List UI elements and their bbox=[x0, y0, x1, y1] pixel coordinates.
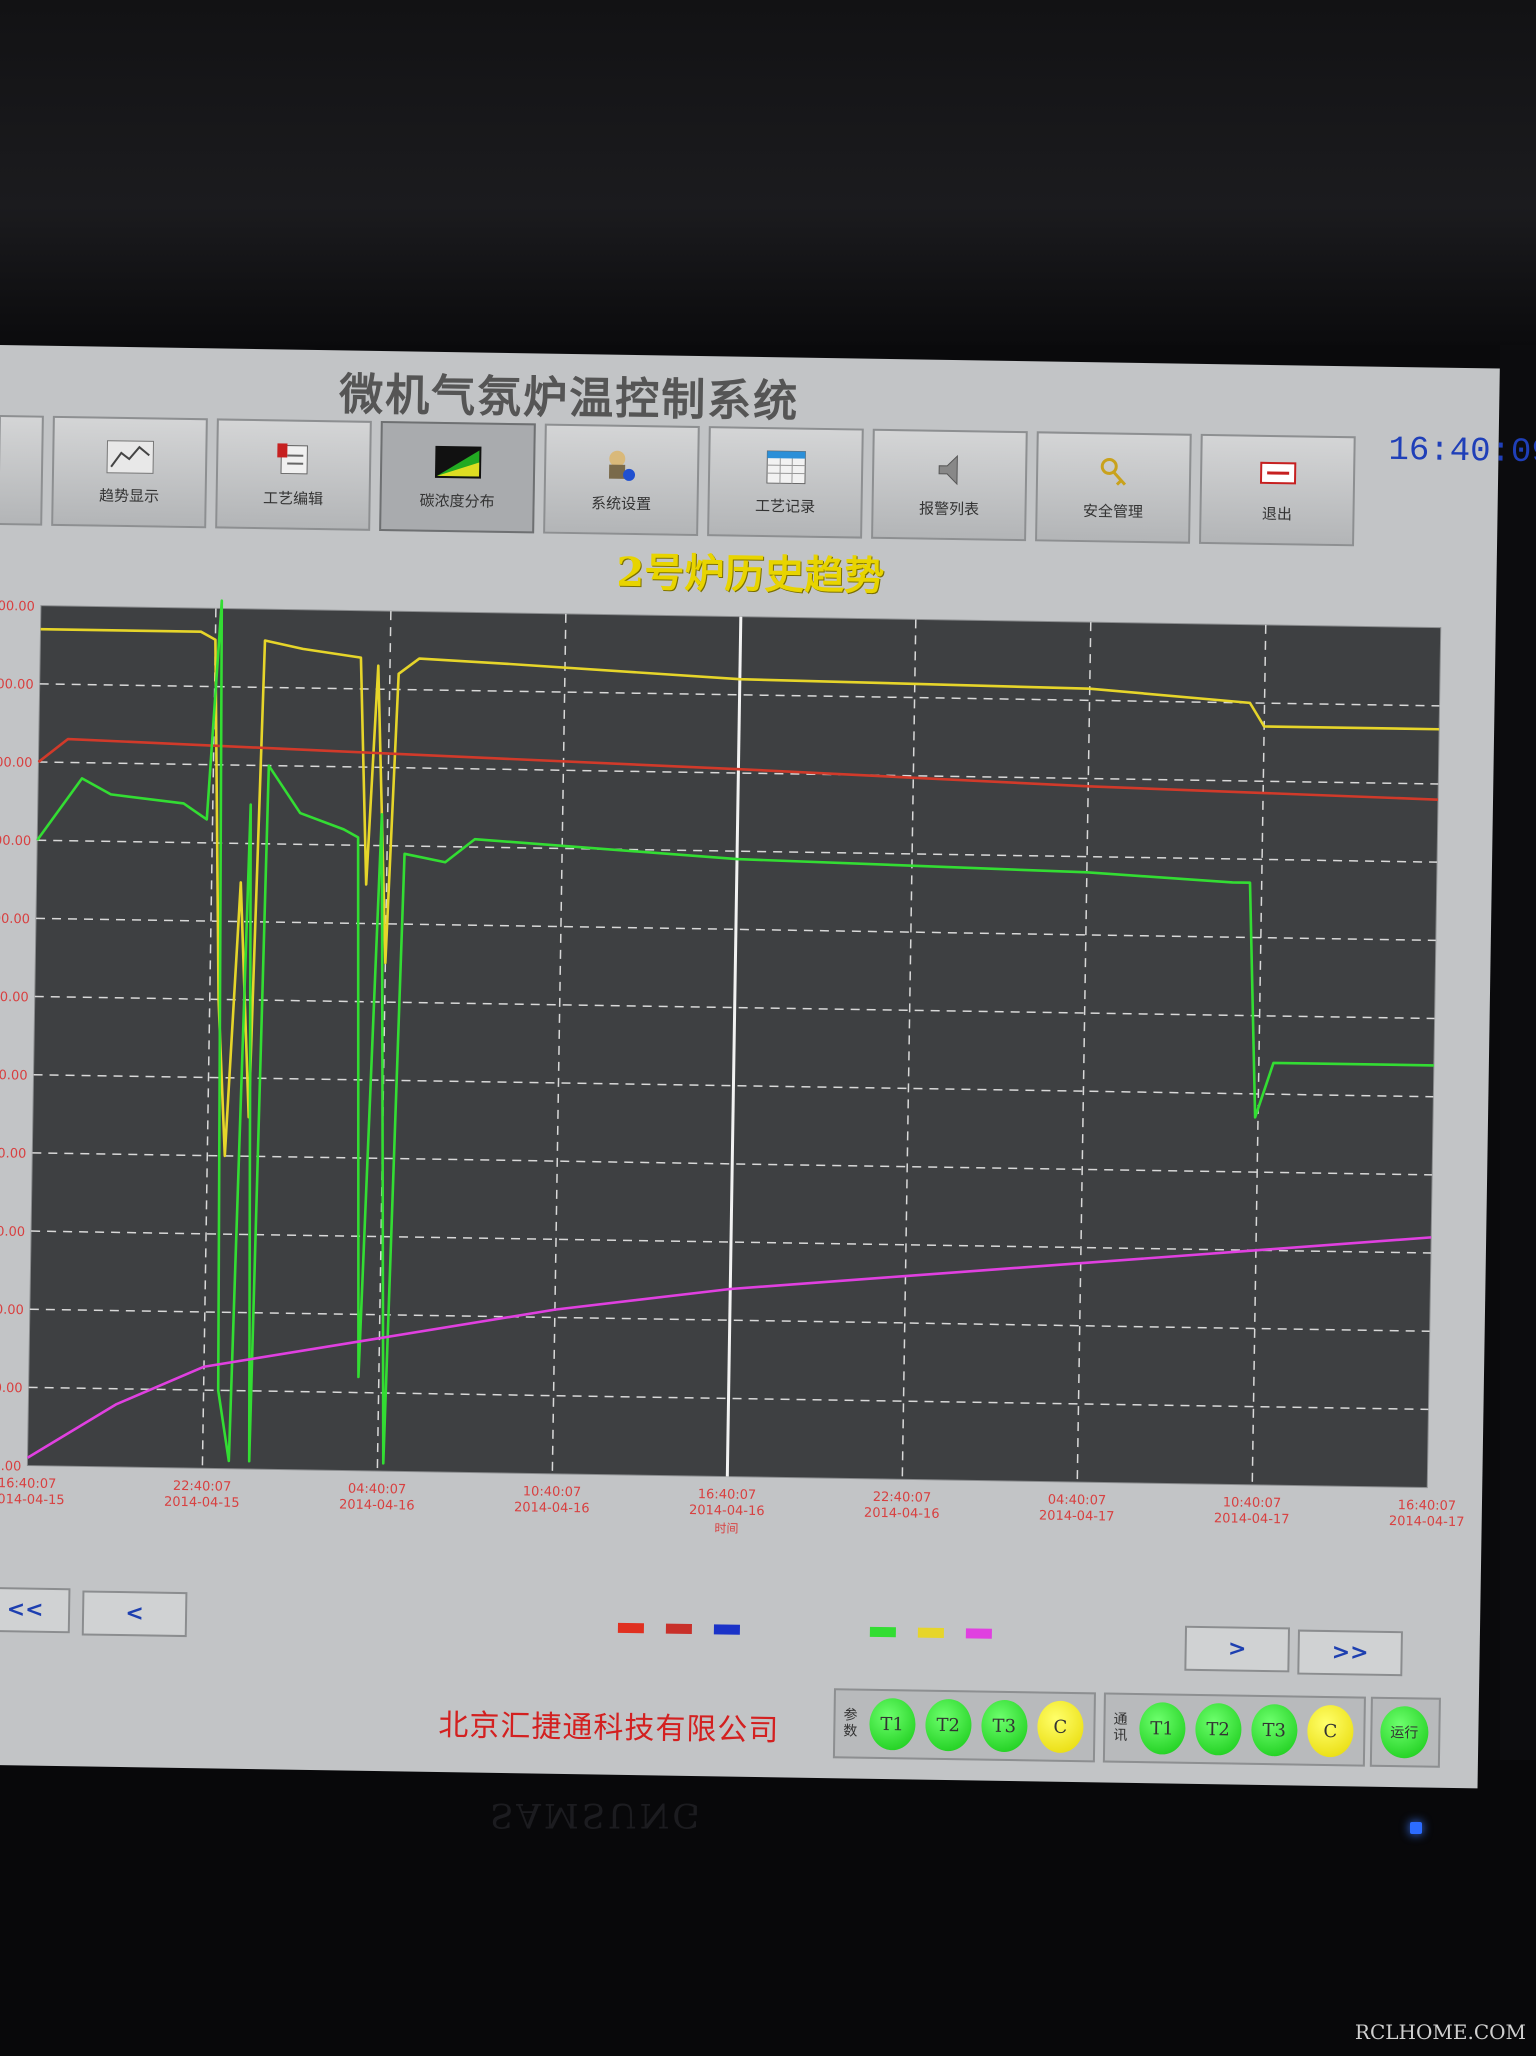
x-tick-label-date: 2014-04-16 bbox=[689, 1503, 765, 1519]
comm-lamp-t2: T2 bbox=[1194, 1702, 1242, 1756]
legend-group-right bbox=[869, 1626, 1014, 1639]
y-tick-label: 00.00 bbox=[0, 1381, 23, 1397]
group-label: 参数 bbox=[843, 1707, 858, 1740]
comm-lamp-t1: T1 bbox=[1138, 1702, 1186, 1755]
toolbar-label: 碳浓度分布 bbox=[419, 491, 495, 511]
x-tick-label-time: 10:40:07 bbox=[1223, 1495, 1282, 1511]
toolbar-label: 系统设置 bbox=[590, 493, 652, 513]
run-status-group: 运行 bbox=[1369, 1696, 1441, 1768]
status-lamp-t2: T2 bbox=[924, 1698, 972, 1752]
x-tick-label-time: 16:40:07 bbox=[698, 1487, 757, 1503]
x-tick-label-time: 16:40:07 bbox=[1398, 1498, 1457, 1514]
toolbar-label: 工艺记录 bbox=[754, 496, 816, 516]
x-tick-label-time: 04:40:07 bbox=[1048, 1493, 1107, 1509]
system-settings-button[interactable]: 系统设置 bbox=[543, 423, 700, 536]
x-tick-label-date: 2014-04-15 bbox=[0, 1492, 65, 1508]
carbon-distribution-icon bbox=[434, 445, 481, 479]
trend-display-button[interactable]: 趋势显示 bbox=[51, 415, 208, 529]
process-edit-icon bbox=[276, 442, 308, 474]
watermark: RCLHOME.COM bbox=[1354, 2020, 1526, 2044]
status-lamp-c: C bbox=[1036, 1700, 1084, 1754]
x-tick-label-date: 2014-04-15 bbox=[164, 1495, 240, 1511]
toolbar-label: 安全管理 bbox=[1082, 501, 1144, 521]
monitor-bezel-bottom bbox=[0, 1760, 1536, 2056]
toolbar: 趋势显示 工艺编辑 碳浓度分布 系统设置 工艺记录 报警列表 安全管理 退出 bbox=[0, 414, 1379, 547]
system-title: 微机气氛炉温控制系统 bbox=[338, 369, 800, 428]
y-tick-label: 0.00 bbox=[0, 1459, 21, 1474]
screen: 微机气氛炉温控制系统 16:40:09 趋势显示 工艺编辑 碳浓度分布 系统设置… bbox=[0, 345, 1536, 1789]
y-tick-label: 00.00 bbox=[0, 677, 34, 693]
legend-group-left bbox=[617, 1622, 762, 1635]
first-page-button[interactable]: << bbox=[0, 1586, 71, 1634]
x-tick-label-time: 10:40:07 bbox=[523, 1484, 582, 1500]
x-axis-label: 时间 bbox=[714, 1521, 738, 1535]
x-tick-label-date: 2014-04-17 bbox=[1039, 1508, 1115, 1524]
x-tick-label-date: 2014-04-16 bbox=[514, 1500, 590, 1516]
monitor-bezel-top bbox=[0, 0, 1536, 345]
x-tick-label-date: 2014-04-16 bbox=[339, 1497, 415, 1513]
parameter-status-group: 参数 T1 T2 T3 C bbox=[832, 1688, 1096, 1763]
comm-lamp-t3: T3 bbox=[1250, 1703, 1298, 1757]
toolbar-label: 工艺编辑 bbox=[262, 488, 324, 508]
y-tick-label: 00.00 bbox=[0, 834, 31, 850]
legend-swatch-yellow[interactable] bbox=[917, 1627, 944, 1638]
legend-swatch-t2[interactable] bbox=[665, 1623, 692, 1635]
process-edit-button[interactable]: 工艺编辑 bbox=[215, 418, 372, 531]
y-tick-label: 00.00 bbox=[0, 1224, 25, 1240]
x-tick-label-time: 16:40:07 bbox=[0, 1476, 56, 1492]
toolbar-label: 趋势显示 bbox=[98, 486, 160, 506]
process-record-button[interactable]: 工艺记录 bbox=[707, 426, 864, 539]
status-lamp-t3: T3 bbox=[980, 1699, 1028, 1753]
y-tick-label: 00.00 bbox=[0, 1146, 26, 1162]
clock: 16:40:09 bbox=[1388, 431, 1536, 473]
monitor-brand-logo: SAMSUNG bbox=[490, 1795, 703, 1835]
comm-lamp-c: C bbox=[1306, 1704, 1354, 1758]
toolbar-label: 退出 bbox=[1261, 504, 1293, 523]
status-lamp-t1: T1 bbox=[868, 1697, 916, 1751]
system-settings-icon bbox=[608, 450, 635, 481]
x-tick-label-date: 2014-04-16 bbox=[864, 1506, 940, 1522]
x-tick-label-date: 2014-04-17 bbox=[1214, 1511, 1290, 1527]
y-tick-label: 00.00 bbox=[0, 912, 30, 928]
previous-page-button[interactable]: < bbox=[81, 1590, 188, 1638]
communication-status-group: 通讯 T1 T2 T3 C bbox=[1102, 1692, 1366, 1767]
trend-chart-svg: 0.00 00.00 00.00 00.00 00.00 00.00 00.00 00.00 0… bbox=[0, 599, 1465, 1536]
y-tick-label: 00.00 bbox=[0, 1068, 28, 1084]
y-tick-label: 00.00 bbox=[0, 755, 33, 771]
x-tick-label-time: 22:40:07 bbox=[873, 1490, 932, 1506]
alarm-list-button[interactable]: 报警列表 bbox=[871, 428, 1028, 542]
x-tick-label-date: 2014-04-17 bbox=[1389, 1514, 1465, 1530]
history-trend-chart: 0.00 00.00 00.00 00.00 00.00 00.00 00.00 00.00 0… bbox=[0, 585, 1496, 1578]
alarm-speaker-icon bbox=[938, 454, 958, 485]
group-label: 通讯 bbox=[1113, 1711, 1128, 1744]
company-name: 北京汇捷通科技有限公司 bbox=[438, 1708, 780, 1749]
legend-swatch-t3[interactable] bbox=[713, 1624, 740, 1635]
carbon-distribution-button[interactable]: 碳浓度分布 bbox=[379, 420, 536, 534]
exit-sign-icon bbox=[1259, 461, 1296, 484]
key-icon bbox=[1100, 457, 1126, 486]
legend-swatch-t1[interactable] bbox=[617, 1622, 645, 1634]
power-led-icon bbox=[1410, 1822, 1422, 1834]
y-tick-label: 00.00 bbox=[0, 599, 35, 615]
page-title: 2号炉历史趋势 bbox=[616, 548, 885, 600]
legend-swatch-magenta[interactable] bbox=[965, 1628, 992, 1639]
exit-button[interactable]: 退出 bbox=[1199, 433, 1356, 547]
next-page-button[interactable]: > bbox=[1184, 1625, 1291, 1673]
last-page-button[interactable]: >> bbox=[1297, 1629, 1403, 1677]
y-tick-label: 00.00 bbox=[0, 1303, 24, 1319]
process-record-icon bbox=[765, 450, 806, 484]
monitor-bezel-right bbox=[1500, 345, 1536, 1765]
trend-icon bbox=[106, 439, 154, 474]
toolbar-label: 报警列表 bbox=[918, 498, 980, 518]
y-tick-label: 00.00 bbox=[0, 990, 29, 1006]
security-management-button[interactable]: 安全管理 bbox=[1035, 431, 1192, 544]
legend-swatch-green[interactable] bbox=[869, 1626, 896, 1638]
x-tick-label-time: 04:40:07 bbox=[348, 1482, 407, 1498]
x-tick-label-time: 22:40:07 bbox=[173, 1479, 232, 1495]
run-lamp: 运行 bbox=[1379, 1705, 1429, 1759]
toolbar-button-partial[interactable] bbox=[0, 414, 44, 526]
